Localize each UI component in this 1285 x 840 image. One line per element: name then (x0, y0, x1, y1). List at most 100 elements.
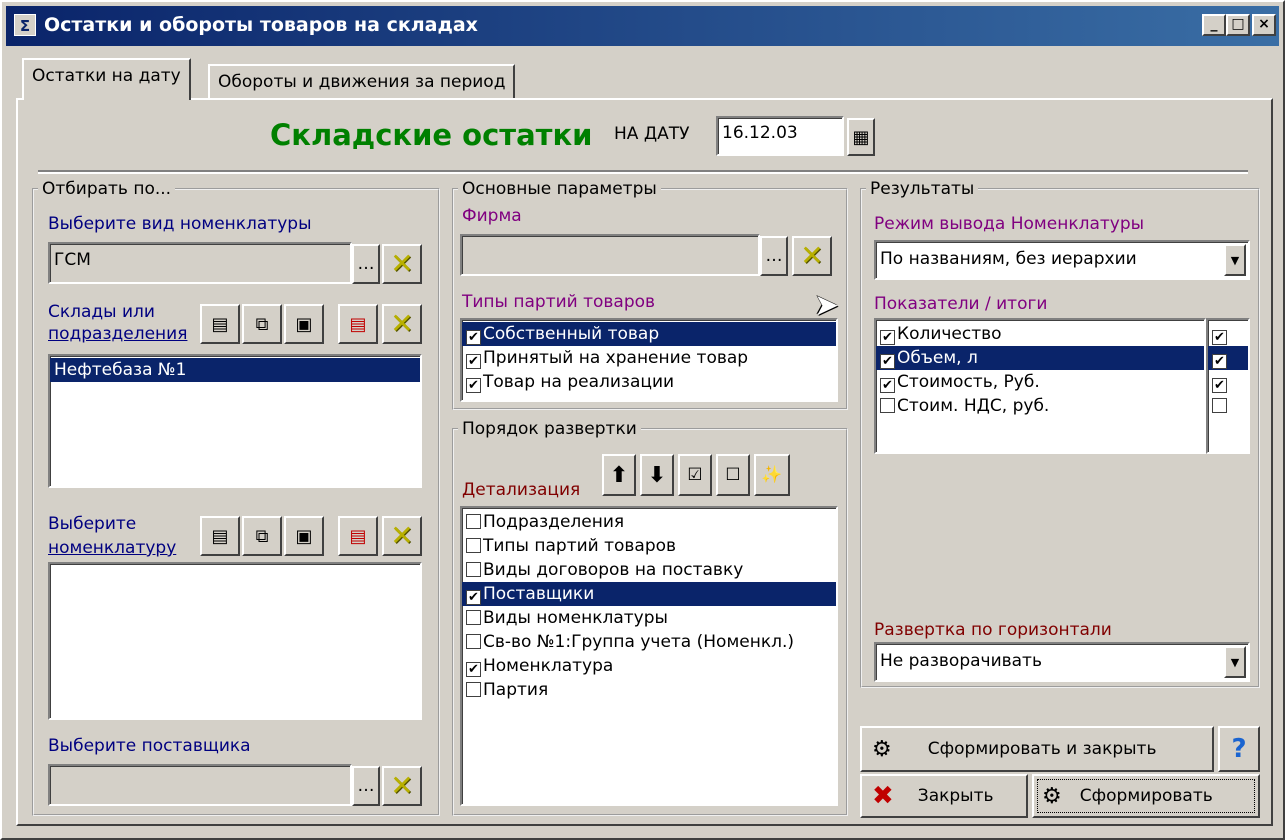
minimize-button[interactable]: _ (1202, 14, 1226, 36)
check-all-button[interactable]: ☑ (678, 454, 712, 496)
list-item[interactable]: Типы партий товаров (462, 534, 836, 558)
checkbox-unchecked-icon[interactable] (466, 562, 481, 577)
nomen-select-button[interactable]: ⧉ (242, 516, 282, 556)
warehouses-group-button[interactable]: ▣ (284, 304, 324, 344)
app-icon[interactable]: Σ (14, 14, 36, 36)
move-up-button[interactable]: ⬆ (602, 454, 636, 496)
total-toggle[interactable]: ✔ (1208, 322, 1248, 346)
report-icon: ⚙ (872, 736, 892, 762)
warehouses-list[interactable]: Нефтебаза №1 (48, 354, 422, 488)
warehouses-add-button[interactable]: ▤ (200, 304, 240, 344)
checkbox-checked-icon[interactable]: ✔ (466, 378, 481, 393)
move-down-button[interactable]: ⬇ (640, 454, 674, 496)
checkbox-unchecked-icon[interactable] (466, 610, 481, 625)
checkbox-unchecked-icon[interactable] (880, 398, 895, 413)
close-button[interactable]: ✖ Закрыть (860, 774, 1028, 818)
supplier-input[interactable] (48, 764, 352, 806)
generate-button[interactable]: ⚙ Сформировать (1032, 774, 1260, 818)
calendar-button[interactable]: ▦ (847, 118, 875, 156)
indicators-list[interactable]: ✔ Количество ✔ Объем, л ✔ Стоимость, Руб. Стои… (874, 318, 1206, 454)
warehouses-remove-button[interactable]: ▤ (338, 304, 378, 344)
checkbox-checked-icon[interactable]: ✔ (880, 330, 895, 345)
warehouses-select-button[interactable]: ⧉ (242, 304, 282, 344)
checkbox-unchecked-icon[interactable] (466, 538, 481, 553)
checkbox-checked-icon[interactable]: ✔ (466, 354, 481, 369)
checkbox-checked-icon[interactable]: ✔ (1212, 354, 1227, 369)
folder-icon: ▣ (295, 525, 313, 547)
nomen-type-label: Выберите вид номенклатуры (48, 214, 312, 234)
main-params-legend: Основные параметры (458, 179, 661, 199)
warehouses-label-line1: Склады или (48, 302, 155, 322)
checkbox-checked-icon[interactable]: ✔ (880, 378, 895, 393)
list-item[interactable]: Стоим. НДС, руб. (876, 394, 1204, 418)
ellipsis-icon: … (765, 246, 783, 266)
close-window-button[interactable]: × (1252, 14, 1276, 36)
checkbox-unchecked-icon[interactable] (1212, 398, 1227, 413)
uncheck-all-button[interactable]: ☐ (716, 454, 750, 496)
clear-x-icon: ✕ (390, 307, 414, 340)
checkbox-checked-icon[interactable]: ✔ (466, 330, 481, 345)
firm-input[interactable] (460, 234, 760, 276)
detail-list[interactable]: Подразделения Типы партий товаров Виды дог… (460, 506, 838, 806)
list-item[interactable]: Св-во №1:Группа учета (Номенкл.) (462, 630, 836, 654)
warehouses-clear-button[interactable]: ✕ (382, 304, 422, 344)
list-item[interactable]: ✔ Товар на реализации (462, 370, 836, 394)
settings-wizard-button[interactable]: ✨ (754, 454, 790, 496)
total-toggle[interactable] (1208, 394, 1248, 418)
supplier-clear-button[interactable]: ✕ (382, 766, 422, 806)
chevron-down-icon[interactable]: ▼ (1224, 646, 1246, 678)
select-list-icon: ⧉ (255, 313, 269, 335)
nomen-add-button[interactable]: ▤ (200, 516, 240, 556)
tab-turnover-period[interactable]: Обороты и движения за период (208, 64, 516, 100)
nomen-group-button[interactable]: ▣ (284, 516, 324, 556)
checkbox-unchecked-icon[interactable] (466, 634, 481, 649)
supplier-select-button[interactable]: … (352, 766, 380, 806)
checkbox-checked-icon[interactable]: ✔ (1212, 378, 1227, 393)
help-button[interactable]: ? (1218, 726, 1260, 772)
list-item[interactable]: Нефтебаза №1 (50, 358, 420, 382)
firm-clear-button[interactable]: ✕ (792, 236, 832, 276)
list-item[interactable]: ✔ Принятый на хранение товар (462, 346, 836, 370)
clear-x-icon: ✕ (800, 239, 824, 272)
chevron-down-icon[interactable]: ▼ (1224, 244, 1246, 276)
list-item[interactable]: Виды номенклатуры (462, 606, 836, 630)
totals-list[interactable]: ✔ ✔ ✔ (1206, 318, 1250, 454)
list-item-label: Виды договоров на поставку (483, 560, 744, 580)
total-toggle[interactable]: ✔ (1208, 346, 1248, 370)
list-item[interactable]: ✔ Номенклатура (462, 654, 836, 678)
title-bar[interactable]: Σ Остатки и обороты товаров на складах _… (6, 6, 1279, 46)
nomen-type-select-button[interactable]: … (352, 244, 380, 284)
checkbox-checked-icon[interactable]: ✔ (466, 590, 481, 605)
checkbox-unchecked-icon[interactable] (466, 682, 481, 697)
checkbox-checked-icon[interactable]: ✔ (880, 354, 895, 369)
list-item[interactable]: ✔ Собственный товар (462, 322, 836, 346)
tab-balance-on-date[interactable]: Остатки на дату (22, 58, 191, 100)
horizontal-select[interactable]: Не разворачивать ▼ (874, 642, 1250, 682)
list-item[interactable]: Виды договоров на поставку (462, 558, 836, 582)
firm-select-button[interactable]: … (760, 236, 788, 276)
nomen-clear-button[interactable]: ✕ (382, 516, 422, 556)
list-item[interactable]: ✔ Стоимость, Руб. (876, 370, 1204, 394)
report-icon: ⚙ (1042, 783, 1062, 809)
checkbox-unchecked-icon[interactable] (466, 514, 481, 529)
date-input[interactable]: 16.12.03 (716, 116, 844, 156)
nomen-remove-button[interactable]: ▤ (338, 516, 378, 556)
total-toggle[interactable]: ✔ (1208, 370, 1248, 394)
nomen-type-input[interactable]: ГСМ (48, 242, 352, 284)
maximize-button[interactable]: □ (1226, 14, 1250, 36)
list-item[interactable]: Подразделения (462, 510, 836, 534)
list-item[interactable]: Партия (462, 678, 836, 702)
list-item[interactable]: ✔ Количество (876, 322, 1204, 346)
list-item[interactable]: ✔ Объем, л (876, 346, 1204, 370)
generate-and-close-button[interactable]: ⚙ Сформировать и закрыть (860, 726, 1214, 772)
clear-x-icon: ✕ (390, 769, 414, 802)
mode-select[interactable]: По названиям, без иерархии ▼ (874, 240, 1250, 280)
batch-types-list[interactable]: ✔ Собственный товар ✔ Принятый на хранение … (460, 318, 838, 402)
nomen-type-clear-button[interactable]: ✕ (382, 244, 422, 284)
nomen-list[interactable] (48, 562, 422, 720)
checkbox-checked-icon[interactable]: ✔ (1212, 330, 1227, 345)
checkbox-checked-icon[interactable]: ✔ (466, 662, 481, 677)
clear-x-icon: ✕ (390, 247, 414, 280)
list-item[interactable]: ✔ Поставщики (462, 582, 836, 606)
filter-legend: Отбирать по... (38, 179, 176, 199)
